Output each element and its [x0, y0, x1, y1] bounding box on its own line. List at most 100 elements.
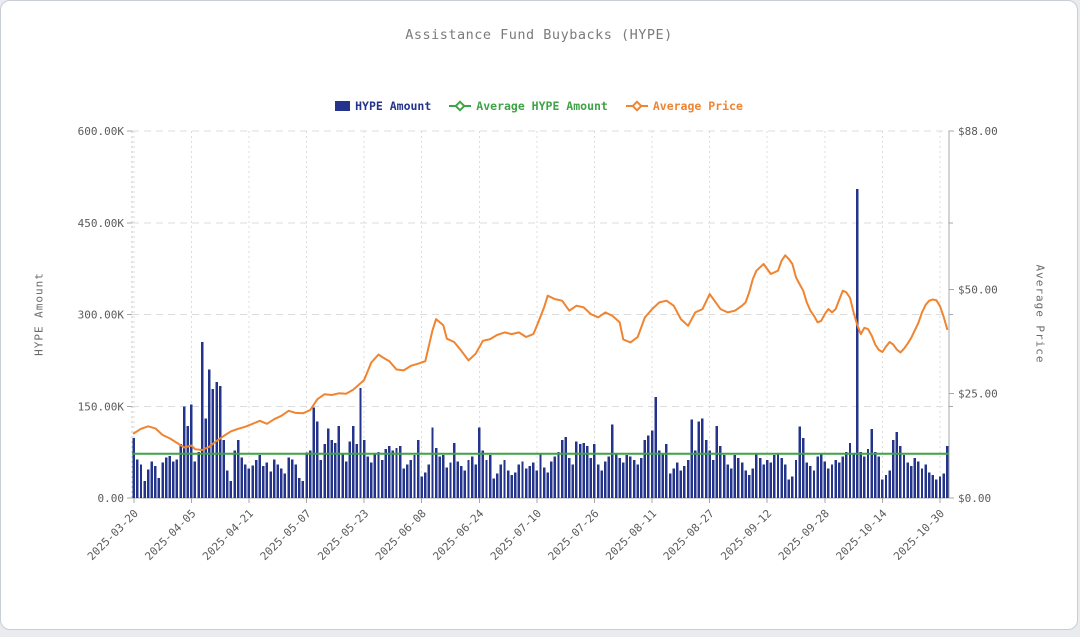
- bar: [762, 464, 764, 498]
- bar: [636, 464, 638, 498]
- x-tick-label: 2025-04-21: [200, 507, 256, 563]
- bar: [838, 463, 840, 498]
- bar: [849, 443, 851, 498]
- bar: [410, 460, 412, 498]
- bar: [903, 455, 905, 498]
- bar: [856, 189, 858, 498]
- bar: [151, 461, 153, 498]
- bar: [827, 469, 829, 498]
- bar: [521, 461, 523, 498]
- x-tick-label: 2025-07-10: [488, 507, 544, 563]
- bar: [881, 480, 883, 498]
- bar: [716, 426, 718, 498]
- bar: [485, 460, 487, 498]
- y-tick-label-left: 450.00K: [78, 217, 125, 230]
- bar: [798, 426, 800, 498]
- bar: [370, 463, 372, 498]
- bar: [618, 458, 620, 498]
- x-tick-label: 2025-10-30: [891, 507, 947, 563]
- bar: [496, 474, 498, 498]
- legend-item-average-hype-amount[interactable]: Average HYPE Amount: [449, 99, 608, 113]
- bar: [482, 450, 484, 498]
- chart-legend: HYPE Amount Average HYPE Amount Average …: [1, 99, 1077, 113]
- bar: [744, 470, 746, 498]
- x-tick-label: 2025-08-27: [661, 507, 717, 563]
- bar: [273, 459, 275, 498]
- bar: [356, 444, 358, 498]
- bar: [402, 469, 404, 498]
- bar: [269, 472, 271, 498]
- bar: [539, 454, 541, 498]
- bar: [453, 443, 455, 498]
- bar: [471, 456, 473, 498]
- bar: [406, 464, 408, 498]
- line-diamond-icon: [449, 101, 471, 111]
- bar: [420, 477, 422, 498]
- bar: [939, 477, 941, 498]
- bar: [143, 481, 145, 498]
- bar: [158, 478, 160, 498]
- bar: [773, 455, 775, 498]
- chart-card: Assistance Fund Buybacks (HYPE) HYPE Amo…: [0, 0, 1078, 630]
- bar: [165, 458, 167, 498]
- bar: [784, 464, 786, 498]
- y-tick-label-left: 150.00K: [78, 400, 125, 413]
- x-tick-label: 2025-04-05: [142, 507, 198, 563]
- bar: [262, 466, 264, 498]
- bar: [921, 469, 923, 498]
- bar: [349, 442, 351, 498]
- x-tick-label: 2025-05-23: [315, 507, 371, 563]
- bar: [230, 481, 232, 498]
- bar: [683, 466, 685, 498]
- bar: [446, 467, 448, 498]
- bar: [593, 444, 595, 498]
- bar: [525, 469, 527, 498]
- bar: [626, 455, 628, 498]
- bar: [334, 443, 336, 498]
- legend-label: Average Price: [653, 99, 743, 113]
- bar: [237, 440, 239, 498]
- bar: [755, 454, 757, 498]
- bar: [478, 428, 480, 498]
- bar: [842, 456, 844, 498]
- bar: [777, 454, 779, 498]
- legend-item-average-price[interactable]: Average Price: [626, 99, 743, 113]
- legend-item-hype-amount[interactable]: HYPE Amount: [335, 99, 431, 113]
- bar: [629, 456, 631, 498]
- bar: [892, 440, 894, 498]
- bar: [665, 444, 667, 498]
- x-tick-label: 2025-06-24: [430, 507, 486, 563]
- bar: [723, 455, 725, 498]
- bar: [730, 469, 732, 498]
- y-axis-title-right: Average Price: [1034, 264, 1047, 363]
- bar: [161, 463, 163, 498]
- y-tick-label-right: $0.00: [958, 492, 991, 505]
- bar: [824, 461, 826, 498]
- bar: [600, 470, 602, 498]
- bar: [564, 437, 566, 498]
- bar: [658, 450, 660, 498]
- bar: [770, 463, 772, 498]
- bar: [244, 464, 246, 498]
- bar: [820, 454, 822, 498]
- bar: [863, 456, 865, 498]
- bar: [338, 426, 340, 498]
- bar: [928, 472, 930, 498]
- bar: [870, 429, 872, 498]
- bar: [518, 464, 520, 498]
- bar: [187, 426, 189, 498]
- bar: [806, 463, 808, 498]
- y-tick-label-left: 600.00K: [78, 125, 125, 138]
- bar: [474, 464, 476, 498]
- bar: [906, 463, 908, 498]
- bar: [435, 448, 437, 498]
- bar: [287, 458, 289, 498]
- bar: [280, 469, 282, 498]
- bar: [352, 426, 354, 498]
- bar: [914, 458, 916, 498]
- bar: [510, 475, 512, 498]
- bar: [942, 474, 944, 498]
- bar: [219, 386, 221, 498]
- bar: [197, 452, 199, 498]
- bar: [834, 460, 836, 498]
